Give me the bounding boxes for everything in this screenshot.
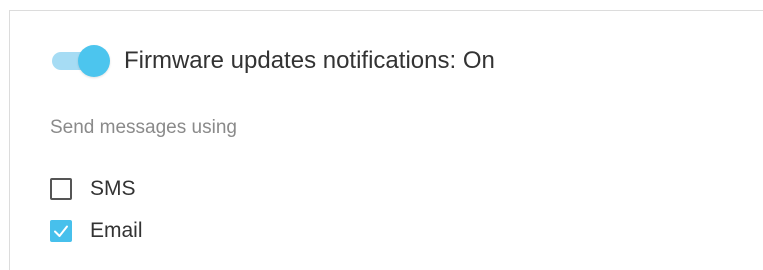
- firmware-notifications-toggle[interactable]: [50, 41, 110, 81]
- email-label: Email: [90, 219, 143, 242]
- notifications-panel: Firmware updates notifications: On Send …: [9, 10, 763, 270]
- email-checkbox[interactable]: [50, 220, 72, 242]
- sms-label: SMS: [90, 177, 136, 200]
- toggle-thumb: [78, 45, 110, 77]
- sms-checkbox[interactable]: [50, 178, 72, 200]
- firmware-notifications-label: Firmware updates notifications: On: [124, 47, 495, 74]
- firmware-notifications-row: Firmware updates notifications: On: [50, 41, 495, 81]
- send-messages-label: Send messages using: [50, 117, 237, 138]
- checkmark-icon: [54, 225, 68, 237]
- email-option[interactable]: Email: [50, 217, 143, 245]
- sms-option[interactable]: SMS: [50, 175, 136, 203]
